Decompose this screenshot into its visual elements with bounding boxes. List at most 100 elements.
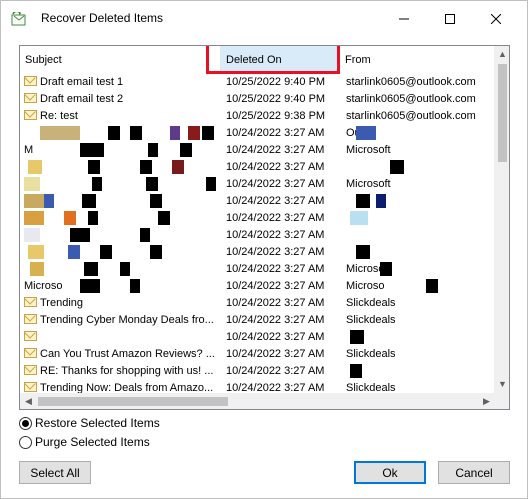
redacted-block [158, 211, 170, 225]
row-deleted-on: 10/24/2022 3:27 AM [226, 280, 325, 292]
column-header-deleted-on[interactable]: Deleted On [220, 46, 338, 74]
row-from: Microsoft [346, 263, 391, 275]
redacted-block [70, 228, 90, 242]
row-deleted-on: 10/24/2022 3:27 AM [226, 229, 325, 241]
redacted-block [172, 160, 184, 174]
redacted-block [140, 228, 150, 242]
redacted-block [140, 160, 152, 174]
email-envelope-icon [24, 93, 37, 103]
row-deleted-on: 10/24/2022 3:27 AM [226, 382, 325, 394]
redacted-block [82, 194, 96, 208]
redacted-block [170, 126, 180, 140]
row-deleted-on: 10/24/2022 3:27 AM [226, 144, 325, 156]
scrollbar-corner [494, 393, 509, 409]
redacted-block [24, 194, 44, 208]
redacted-block [120, 262, 130, 276]
maximize-button[interactable] [427, 1, 473, 37]
row-from: Slickdeals [346, 382, 396, 394]
purge-radio[interactable] [19, 435, 32, 449]
row-deleted-on: 10/24/2022 3:27 AM [226, 212, 325, 224]
row-from: Slickdeals [346, 297, 396, 309]
list-row[interactable]: Trending 10/24/2022 3:27 AM Slickdeals [20, 295, 495, 312]
list-row[interactable]: RE: Thanks for shopping with us! ... 10/2… [20, 363, 495, 380]
row-deleted-on: 10/25/2022 9:40 PM [226, 76, 326, 88]
email-envelope-icon [24, 365, 37, 375]
redacted-block [426, 279, 438, 293]
close-button[interactable] [473, 1, 519, 37]
row-subject-text: RE: Thanks for shopping with us! ... [40, 365, 214, 377]
list-row[interactable]: Draft email test 2 10/25/2022 9:40 PM star… [20, 91, 495, 108]
email-envelope-icon [24, 76, 37, 86]
row-subject-text: M [24, 144, 34, 156]
restore-option[interactable]: Restore Selected Items [19, 415, 160, 431]
redacted-block [92, 177, 102, 191]
redacted-block [44, 194, 54, 208]
row-subject: Draft email test 2 [24, 91, 216, 108]
recover-deleted-items-dialog: Recover Deleted Items Subject Deleted On… [0, 0, 528, 499]
list-row[interactable]: 10/24/2022 3:27 AM [20, 227, 495, 244]
row-subject-text: Microso [24, 280, 63, 292]
column-header-from[interactable]: From [340, 46, 495, 74]
purge-option[interactable]: Purge Selected Items [19, 434, 150, 450]
redacted-block [68, 245, 80, 259]
row-from: starlink0605@outlook.com [346, 110, 476, 122]
row-deleted-on: 10/25/2022 9:40 PM [226, 93, 326, 105]
email-envelope-icon [24, 382, 37, 392]
recover-items-icon [11, 12, 26, 26]
redacted-block [24, 228, 40, 242]
row-subject-text: Re: test [40, 110, 78, 122]
row-subject: Trending Now: Deals from Amazo... [24, 380, 216, 394]
row-deleted-on: 10/24/2022 3:27 AM [226, 195, 325, 207]
redacted-block [84, 262, 98, 276]
minimize-button[interactable] [381, 1, 427, 37]
scroll-left-icon[interactable]: ◀ [20, 393, 37, 409]
list-row[interactable]: 10/24/2022 3:27 AM Out [20, 125, 495, 142]
redacted-block [356, 245, 370, 259]
list-header: Subject Deleted On From [20, 46, 495, 74]
row-subject: Microso [24, 278, 216, 295]
list-row[interactable]: 10/24/2022 3:27 AM [20, 329, 495, 346]
redacted-block [356, 126, 376, 140]
row-subject: Can You Trust Amazon Reviews? ... [24, 346, 216, 363]
row-subject-text: Can You Trust Amazon Reviews? ... [40, 348, 215, 360]
list-row[interactable]: Can You Trust Amazon Reviews? ... 10/24/2… [20, 346, 495, 363]
row-subject: RE: Thanks for shopping with us! ... [24, 363, 216, 380]
select-all-button[interactable]: Select All [19, 461, 91, 484]
list-row[interactable]: Trending Now: Deals from Amazo... 10/24/2… [20, 380, 495, 394]
email-envelope-icon [24, 331, 37, 341]
row-subject [24, 329, 216, 346]
row-deleted-on: 10/25/2022 9:38 PM [226, 110, 326, 122]
horizontal-scrollbar[interactable]: ◀ ▶ [20, 393, 495, 409]
row-subject-text: Draft email test 2 [40, 93, 124, 105]
restore-radio[interactable] [19, 416, 32, 430]
list-row[interactable]: Draft email test 1 10/25/2022 9:40 PM star… [20, 74, 495, 91]
redacted-block [24, 211, 44, 225]
radio-selected-dot [22, 419, 29, 427]
row-from: Slickdeals [346, 348, 396, 360]
list-row[interactable]: 10/24/2022 3:27 AM [20, 244, 495, 261]
scroll-up-icon[interactable]: ▲ [494, 46, 509, 63]
list-row[interactable]: Trending Cyber Monday Deals fro... 10/24/… [20, 312, 495, 329]
list-rows: Draft email test 1 10/25/2022 9:40 PM star… [20, 74, 495, 394]
horizontal-scroll-thumb[interactable] [38, 397, 228, 406]
email-envelope-icon [24, 348, 37, 358]
vertical-scroll-thumb[interactable] [498, 64, 507, 162]
email-envelope-icon [24, 314, 37, 324]
row-subject-text: Draft email test 1 [40, 76, 124, 88]
scroll-down-icon[interactable]: ▼ [494, 376, 509, 393]
cancel-button[interactable]: Cancel [438, 461, 510, 484]
vertical-scrollbar[interactable]: ▲ ▼ [494, 46, 509, 393]
row-subject: Re: test [24, 108, 216, 125]
redacted-block [100, 245, 112, 259]
redacted-block [350, 330, 364, 344]
deleted-items-list[interactable]: Subject Deleted On From Draft email test… [19, 45, 510, 410]
column-header-subject[interactable]: Subject [20, 46, 220, 74]
row-deleted-on: 10/24/2022 3:27 AM [226, 263, 325, 275]
list-row[interactable]: Re: test 10/25/2022 9:38 PM starlink0605@o… [20, 108, 495, 125]
row-deleted-on: 10/24/2022 3:27 AM [226, 331, 325, 343]
redacted-block [80, 143, 104, 157]
scroll-right-icon[interactable]: ▶ [478, 393, 495, 409]
ok-button[interactable]: Ok [354, 461, 426, 484]
redacted-block [88, 211, 98, 225]
row-deleted-on: 10/24/2022 3:27 AM [226, 178, 325, 190]
